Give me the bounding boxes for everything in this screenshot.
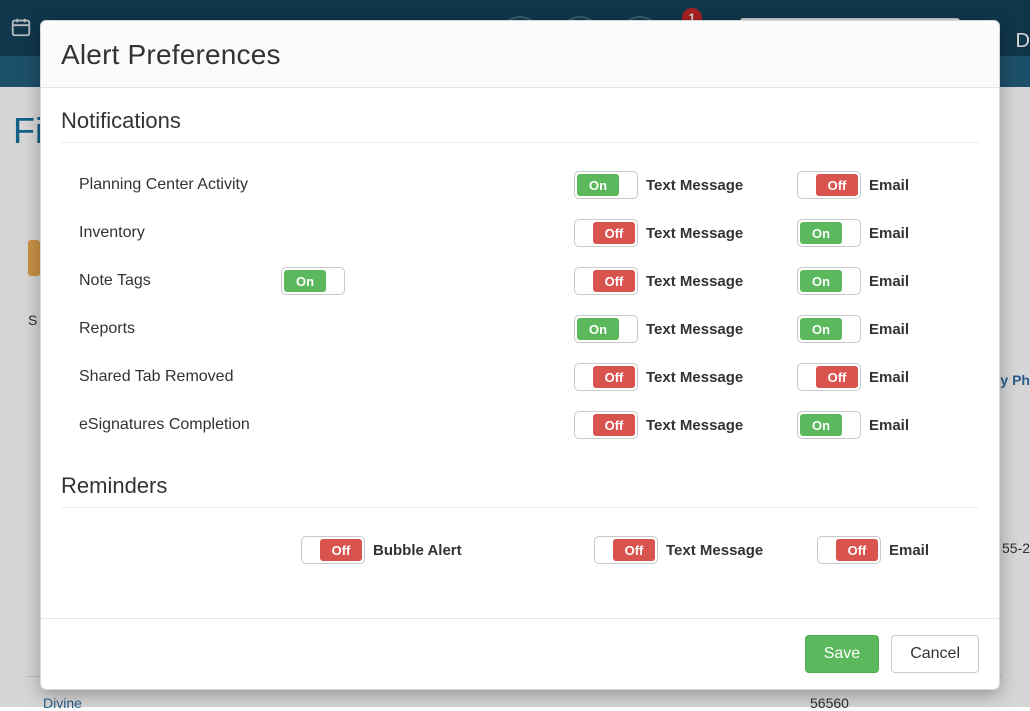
- modal-title: Alert Preferences: [61, 39, 979, 71]
- email-label: Email: [889, 542, 929, 559]
- notification-email-col: On Email: [797, 267, 957, 295]
- notification-label: Shared Tab Removed: [61, 368, 281, 386]
- text-toggle[interactable]: Off: [574, 267, 638, 295]
- email-toggle[interactable]: On: [797, 411, 861, 439]
- modal-footer: Save Cancel: [41, 618, 999, 689]
- section-title-reminders: Reminders: [61, 473, 979, 499]
- text-message-label: Text Message: [666, 542, 763, 559]
- notification-row: Reports On Text Message On Email: [61, 305, 979, 353]
- notification-extra-col: On: [281, 267, 574, 295]
- notification-label: Inventory: [61, 224, 281, 242]
- text-toggle[interactable]: Off: [594, 536, 658, 564]
- email-toggle[interactable]: On: [797, 267, 861, 295]
- notification-row: Planning Center Activity On Text Message Of…: [61, 161, 979, 209]
- cancel-button[interactable]: Cancel: [891, 635, 979, 673]
- bubble-toggle[interactable]: Off: [301, 536, 365, 564]
- text-toggle[interactable]: On: [574, 315, 638, 343]
- email-label: Email: [869, 177, 909, 194]
- bubble-alert-label: Bubble Alert: [373, 542, 462, 559]
- text-toggle[interactable]: On: [574, 171, 638, 199]
- email-toggle[interactable]: Off: [817, 536, 881, 564]
- text-toggle[interactable]: Off: [574, 411, 638, 439]
- notification-label: Note Tags: [61, 272, 281, 290]
- email-label: Email: [869, 369, 909, 386]
- text-message-label: Text Message: [646, 369, 743, 386]
- notification-row: Shared Tab Removed Off Text Message Off Emai…: [61, 353, 979, 401]
- text-message-label: Text Message: [646, 273, 743, 290]
- text-toggle[interactable]: Off: [574, 363, 638, 391]
- email-label: Email: [869, 273, 909, 290]
- reminder-row: Off Bubble Alert Off Text Message Off Email: [61, 526, 979, 574]
- notification-row: eSignatures Completion Off Text Message On E…: [61, 401, 979, 449]
- section-divider: [61, 142, 979, 143]
- modal-body: Notifications Planning Center Activity On…: [41, 88, 999, 618]
- extra-toggle[interactable]: On: [281, 267, 345, 295]
- email-toggle[interactable]: On: [797, 219, 861, 247]
- text-message-label: Text Message: [646, 225, 743, 242]
- text-toggle[interactable]: Off: [574, 219, 638, 247]
- notification-row: Note TagsOnOffText MessageOnEmail: [61, 257, 979, 305]
- email-toggle[interactable]: Off: [797, 363, 861, 391]
- notification-email-col: On Email: [797, 411, 957, 439]
- text-message-label: Text Message: [646, 321, 743, 338]
- email-toggle[interactable]: Off: [797, 171, 861, 199]
- notification-row: Inventory Off Text Message On Email: [61, 209, 979, 257]
- email-label: Email: [869, 417, 909, 434]
- notification-text-col: Off Text Message: [574, 267, 797, 295]
- reminder-text-col: Off Text Message: [594, 536, 817, 564]
- alert-preferences-modal: Alert Preferences Notifications Planning…: [40, 20, 1000, 690]
- section-title-notifications: Notifications: [61, 108, 979, 134]
- reminder-email-col: Off Email: [817, 536, 977, 564]
- notification-text-col: Off Text Message: [574, 219, 797, 247]
- email-toggle[interactable]: On: [797, 315, 861, 343]
- notifications-rows: Planning Center ActivityOnText MessageOf…: [61, 161, 979, 449]
- notification-text-col: On Text Message: [574, 315, 797, 343]
- section-divider: [61, 507, 979, 508]
- notification-label: Reports: [61, 320, 281, 338]
- text-message-label: Text Message: [646, 177, 743, 194]
- reminders-rows: Off Bubble Alert Off Text Message Off Email: [61, 526, 979, 574]
- notification-email-col: On Email: [797, 315, 957, 343]
- notification-email-col: Off Email: [797, 171, 957, 199]
- notification-text-col: Off Text Message: [574, 411, 797, 439]
- modal-header: Alert Preferences: [41, 21, 999, 88]
- save-button[interactable]: Save: [805, 635, 879, 673]
- text-message-label: Text Message: [646, 417, 743, 434]
- notification-email-col: On Email: [797, 219, 957, 247]
- notification-label: eSignatures Completion: [61, 416, 281, 434]
- notification-label: Planning Center Activity: [61, 176, 281, 194]
- reminder-bubble-col: Off Bubble Alert: [301, 536, 594, 564]
- notification-text-col: Off Text Message: [574, 363, 797, 391]
- email-label: Email: [869, 321, 909, 338]
- notification-email-col: Off Email: [797, 363, 957, 391]
- notification-text-col: On Text Message: [574, 171, 797, 199]
- email-label: Email: [869, 225, 909, 242]
